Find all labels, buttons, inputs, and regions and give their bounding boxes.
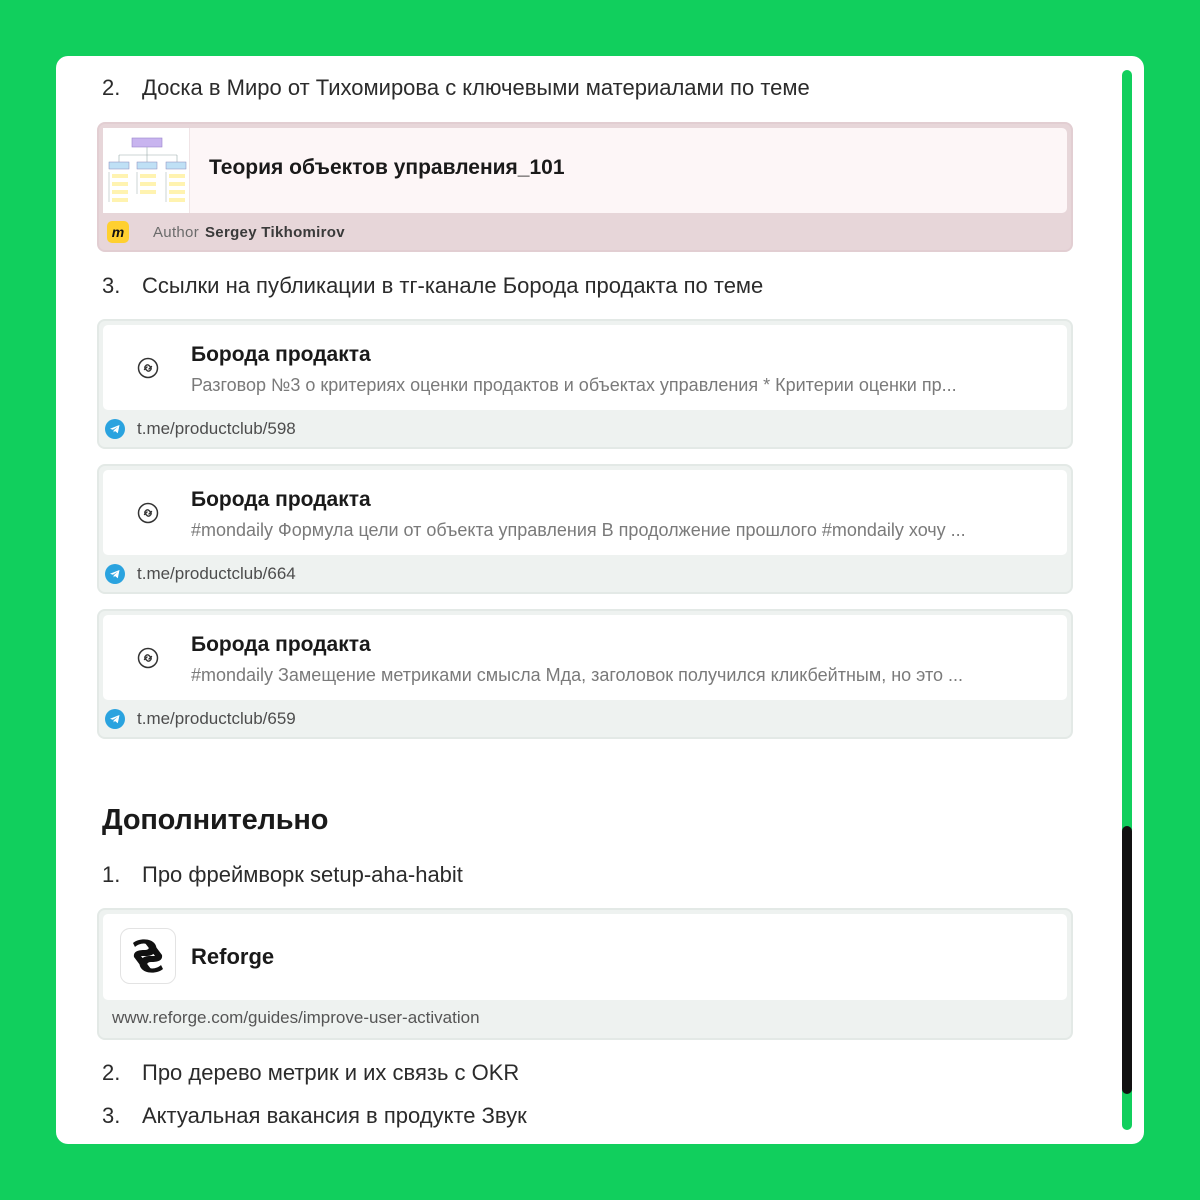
telegram-link-embed[interactable]: Борода продакта #mondaily Замещение метр…	[97, 609, 1073, 739]
list-text: Ссылки на публикации в тг-канале Борода …	[142, 273, 764, 298]
link-embed-body: Борода продакта Разговор №3 о критериях …	[103, 325, 1067, 410]
link-embed-body: Борода продакта #mondaily Замещение метр…	[103, 615, 1067, 700]
miro-embed-footer: m Author Sergey Tikhomirov	[99, 214, 1071, 250]
list-item: 3. Актуальная вакансия в продукте Звук	[102, 1102, 527, 1130]
link-description: #mondaily Замещение метриками смысла Мда…	[191, 665, 964, 685]
list-item: 3. Ссылки на публикации в тг-канале Бород…	[102, 272, 763, 300]
telegram-link-embed[interactable]: Борода продакта #mondaily Формула цели о…	[97, 464, 1073, 594]
author-name: Sergey Tikhomirov	[205, 223, 345, 241]
link-embed-footer: t.me/productclub/598	[99, 411, 1071, 447]
telegram-icon	[105, 419, 125, 439]
link-icon	[137, 647, 159, 669]
reforge-link-embed[interactable]: Reforge www.reforge.com/guides/improve-u…	[97, 908, 1073, 1040]
reforge-logo-icon	[120, 928, 176, 984]
list-text: Доска в Миро от Тихомирова с ключевыми м…	[142, 75, 810, 100]
telegram-icon	[105, 709, 125, 729]
miro-board-title: Теория объектов управления_101	[209, 156, 565, 179]
link-title: Reforge	[191, 944, 275, 969]
list-text: Про фреймворк setup-aha-habit	[142, 862, 463, 887]
telegram-link-embed[interactable]: Борода продакта Разговор №3 о критериях …	[97, 319, 1073, 449]
miro-embed-body: Теория объектов управления_101	[103, 128, 1067, 213]
link-description: Разговор №3 о критериях оценки продактов…	[191, 375, 957, 395]
section-heading: Дополнительно	[102, 804, 329, 836]
list-item: 1. Про фреймворк setup-aha-habit	[102, 861, 463, 889]
document-content: 2. Доска в Миро от Тихомирова с ключевыми…	[56, 56, 1116, 1144]
link-embed-footer: www.reforge.com/guides/improve-user-acti…	[99, 998, 1071, 1038]
link-url[interactable]: t.me/productclub/659	[137, 709, 296, 729]
document-card: 2. Доска в Миро от Тихомирова с ключевыми…	[56, 56, 1144, 1144]
scrollbar-thumb[interactable]	[1122, 826, 1132, 1094]
link-embed-footer: t.me/productclub/664	[99, 556, 1071, 592]
link-title: Борода продакта	[191, 488, 371, 511]
link-icon	[137, 502, 159, 524]
list-number: 2.	[102, 75, 121, 100]
author-label: Author	[153, 223, 199, 241]
link-url[interactable]: t.me/productclub/664	[137, 564, 296, 584]
list-text: Про дерево метрик и их связь с OKR	[142, 1060, 520, 1085]
miro-board-embed[interactable]: Теория объектов управления_101 m Author …	[97, 122, 1073, 252]
board-thumbnail	[103, 128, 190, 213]
link-embed-body: Reforge	[103, 914, 1067, 1000]
link-title: Борода продакта	[191, 343, 371, 366]
link-embed-footer: t.me/productclub/659	[99, 701, 1071, 737]
list-item: 2. Про дерево метрик и их связь с OKR	[102, 1059, 519, 1087]
list-text: Актуальная вакансия в продукте Звук	[142, 1103, 527, 1128]
link-url[interactable]: www.reforge.com/guides/improve-user-acti…	[112, 1008, 480, 1028]
list-number: 1.	[102, 862, 121, 887]
link-title: Борода продакта	[191, 633, 371, 656]
telegram-icon	[105, 564, 125, 584]
list-number: 3.	[102, 1103, 121, 1128]
link-url[interactable]: t.me/productclub/598	[137, 419, 296, 439]
link-icon	[137, 357, 159, 379]
list-number: 3.	[102, 273, 121, 298]
miro-logo-icon: m	[107, 221, 129, 243]
list-item: 2. Доска в Миро от Тихомирова с ключевыми…	[102, 74, 810, 102]
list-number: 2.	[102, 1060, 121, 1085]
link-embed-body: Борода продакта #mondaily Формула цели о…	[103, 470, 1067, 555]
link-description: #mondaily Формула цели от объекта управл…	[191, 520, 966, 540]
